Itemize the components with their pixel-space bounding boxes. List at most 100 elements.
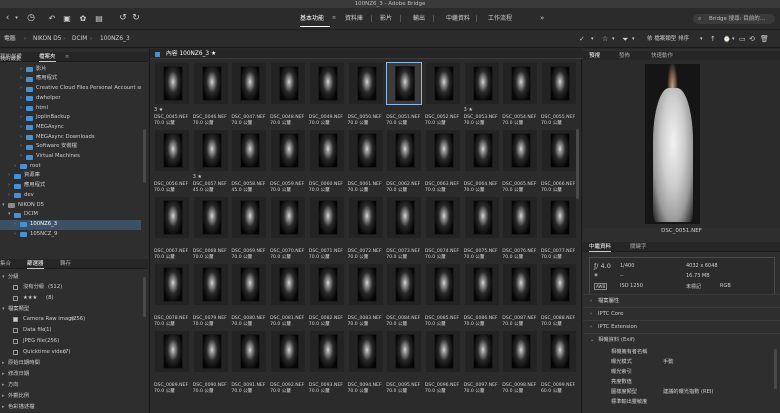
folder-tree-item[interactable]: ▾ DCIM xyxy=(0,210,141,220)
folder-tree-item[interactable]: › html xyxy=(0,104,141,114)
new-folder-icon[interactable]: ▭ xyxy=(739,34,746,45)
thumbnail-item[interactable]: DSC_0050.NEF 70.0 公釐 xyxy=(348,62,384,128)
recent-files-icon[interactable]: ⌚ xyxy=(723,34,730,45)
thumbnail-item[interactable]: DSC_0065.NEF 70.0 公釐 xyxy=(502,129,538,195)
quality-check-icon[interactable]: ✓ xyxy=(579,34,585,45)
folder-tree-item[interactable]: › Software 安裝檔 xyxy=(0,142,141,152)
thumbnail-item[interactable]: DSC_0088.NEF 70.0 公釐 xyxy=(541,263,577,329)
folder-tree-item[interactable]: › MEGAsync xyxy=(0,123,141,133)
chevron-right-icon[interactable]: › xyxy=(8,181,10,191)
menu-lines-icon[interactable]: ≡ xyxy=(331,13,337,24)
filter-section-orientation[interactable]: ▸ 方向 xyxy=(0,380,141,391)
breadcrumb-computer[interactable]: 電腦 xyxy=(4,31,16,48)
thumbnail-item[interactable]: DSC_0049.NEF 70.0 公釐 xyxy=(309,62,345,128)
thumbnail-item[interactable]: DSC_0080.NEF 70.0 公釐 xyxy=(231,263,267,329)
folder-tree-item[interactable]: › JoplinBackup xyxy=(0,113,141,123)
thumbnail-item[interactable]: DSC_0069.NEF 70.0 公釐 xyxy=(231,196,267,262)
thumbnail-item[interactable]: DSC_0079.NEF 70.0 公釐 xyxy=(193,263,229,329)
chevron-right-icon[interactable]: › xyxy=(20,94,22,104)
thumbnail-item[interactable]: DSC_0046.NEF 70.0 公釐 xyxy=(193,62,229,128)
exif-value[interactable]: 手動 xyxy=(663,358,673,368)
chevron-down-icon[interactable]: ▾ xyxy=(8,210,11,220)
folder-tree-item[interactable]: › 105NCZ_9 xyxy=(0,230,141,240)
camera-import-icon[interactable]: ▣ xyxy=(62,13,72,24)
thumbnail-item[interactable]: DSC_0093.NEF 70.0 公釐 xyxy=(309,330,345,396)
thumbnail-item[interactable]: DSC_0062.NEF 70.0 公釐 xyxy=(386,129,422,195)
filter-section-original-date[interactable]: ▸ 原始日期時間 xyxy=(0,358,141,369)
thumbnail-item[interactable]: DSC_0055.NEF 70.0 公釐 xyxy=(541,62,577,128)
section-iptc-core[interactable]: › IPTC Core xyxy=(583,307,780,320)
chevron-down-icon[interactable]: ▾ xyxy=(632,34,635,45)
rotate-left-icon[interactable]: ↺ xyxy=(118,13,128,24)
folder-tree-item[interactable]: › Creative Cloud Files Personal Account s… xyxy=(0,84,141,94)
thumbnail-item[interactable]: DSC_0087.NEF 70.0 公釐 xyxy=(502,263,538,329)
thumbnail-item[interactable]: DSC_0095.NEF 70.0 公釐 xyxy=(386,330,422,396)
thumbnail-item[interactable]: DSC_0047.NEF 70.0 公釐 xyxy=(231,62,267,128)
refine-icon[interactable]: ✿ xyxy=(78,13,88,24)
tab-library[interactable]: 資料庫 xyxy=(345,13,363,24)
thumbnail-item[interactable]: DSC_0063.NEF 70.0 公釐 xyxy=(425,129,461,195)
content-star[interactable]: ★ xyxy=(211,51,216,57)
more-workspaces-button[interactable]: » xyxy=(540,13,544,24)
rotate-icon[interactable]: ⟲ xyxy=(749,34,755,45)
thumbnail-item[interactable]: DSC_0096.NEF 70.0 公釐 xyxy=(425,330,461,396)
chevron-right-icon[interactable]: › xyxy=(20,65,22,75)
thumbnail-item[interactable]: DSC_0091.NEF 70.0 公釐 xyxy=(231,330,267,396)
filter-item-data-file[interactable]: Data file (1) xyxy=(0,325,141,336)
checkbox[interactable] xyxy=(13,328,18,333)
thumbnail-item[interactable]: DSC_0064.NEF 70.0 公釐 xyxy=(464,129,500,195)
section-iptc-extension[interactable]: › IPTC Extension xyxy=(583,320,780,333)
chevron-right-icon[interactable]: › xyxy=(20,113,22,123)
tab-collections[interactable]: 集合 xyxy=(0,259,11,269)
thumbnail-item[interactable]: DSC_0078.NEF 70.0 公釐 xyxy=(154,263,190,329)
filter-section-color-profile[interactable]: ▸ 色彩描述檔 xyxy=(0,402,141,413)
checkbox[interactable] xyxy=(13,296,18,301)
thumbnail-item[interactable]: DSC_0068.NEF 70.0 公釐 xyxy=(193,196,229,262)
folder-scrollbar[interactable] xyxy=(143,129,146,183)
thumbnail-item[interactable]: DSC_0099.NEF 60.0 公釐 xyxy=(541,330,577,396)
tab-metadata[interactable]: 中繼資料 xyxy=(589,242,612,252)
tab-keywords[interactable]: 關鍵字 xyxy=(630,242,647,252)
thumbnail-item[interactable]: DSC_0056.NEF 70.0 公釐 xyxy=(154,129,190,195)
exif-value[interactable]: 建議的曝光指數 (REI) xyxy=(663,388,713,398)
chevron-right-icon[interactable]: › xyxy=(14,162,16,172)
thumbnail-item[interactable]: DSC_0060.NEF 70.0 公釐 xyxy=(309,129,345,195)
thumbnail-item[interactable]: DSC_0072.NEF 70.0 公釐 xyxy=(348,196,384,262)
folder-tree-item[interactable]: › 應用程式 xyxy=(0,74,141,84)
thumbnail-item[interactable]: DSC_0058.NEF 45.0 公釐 xyxy=(231,129,267,195)
chevron-right-icon[interactable]: › xyxy=(8,171,10,181)
chevron-down-icon[interactable]: ▾ xyxy=(13,13,20,24)
thumbnail-item[interactable]: DSC_0086.NEF 70.0 公釐 xyxy=(464,263,500,329)
folder-tree-item[interactable]: 我的最愛 xyxy=(0,55,141,65)
thumbnail-item[interactable]: DSC_0067.NEF 70.0 公釐 xyxy=(154,196,190,262)
thumbnail-item[interactable]: DSC_0082.NEF 70.0 公釐 xyxy=(309,263,345,329)
folder-tree-item[interactable]: › MEGAsync Downloads xyxy=(0,133,141,143)
chevron-right-icon[interactable]: › xyxy=(20,133,22,143)
thumbnail-item[interactable]: DSC_0048.NEF 70.0 公釐 xyxy=(270,62,306,128)
thumbnail-item[interactable]: DSC_0077.NEF 70.0 公釐 xyxy=(541,196,577,262)
breadcrumb-nikon-d5[interactable]: NIKON D5 xyxy=(33,31,61,48)
folder-tree-item[interactable]: › root xyxy=(0,162,141,172)
tab-workflow[interactable]: 工作流程 xyxy=(488,13,512,24)
chevron-right-icon[interactable]: › xyxy=(8,191,10,201)
folder-tree-item[interactable]: › 100NZ6_3 xyxy=(0,219,141,230)
chevron-down-icon[interactable]: ▾ xyxy=(700,34,703,45)
folder-tree-item[interactable]: › 應用程式 xyxy=(0,181,141,191)
thumbnail-item[interactable]: DSC_0089.NEF 70.0 公釐 xyxy=(154,330,190,396)
filter-item-three-stars[interactable]: ★★★ (8) xyxy=(0,293,141,304)
filter-item-jpeg[interactable]: JPEG file (256) xyxy=(0,336,141,347)
chevron-right-icon[interactable]: › xyxy=(20,104,22,114)
chevron-down-icon[interactable]: ▾ xyxy=(2,201,5,211)
tab-film[interactable]: 影片 xyxy=(380,13,392,24)
thumbnail-item[interactable]: DSC_0076.NEF 70.0 公釐 xyxy=(502,196,538,262)
filter-item-quicktime[interactable]: Quicktime video (7) xyxy=(0,347,141,358)
checkbox[interactable] xyxy=(13,350,18,355)
section-exif[interactable]: ⌄ 相機資料 (Exif) xyxy=(583,333,780,346)
filter-funnel-icon[interactable]: ⏷ xyxy=(622,34,628,45)
chevron-down-icon[interactable]: ▾ xyxy=(591,34,594,45)
thumbnail-item[interactable]: DSC_0054.NEF 70.0 公釐 xyxy=(502,62,538,128)
filter-section-aspect-ratio[interactable]: ▸ 外觀比例 xyxy=(0,391,141,402)
chevron-right-icon[interactable]: › xyxy=(20,152,22,162)
chevron-right-icon[interactable]: › xyxy=(14,230,16,240)
content-scrollbar[interactable] xyxy=(576,129,579,199)
